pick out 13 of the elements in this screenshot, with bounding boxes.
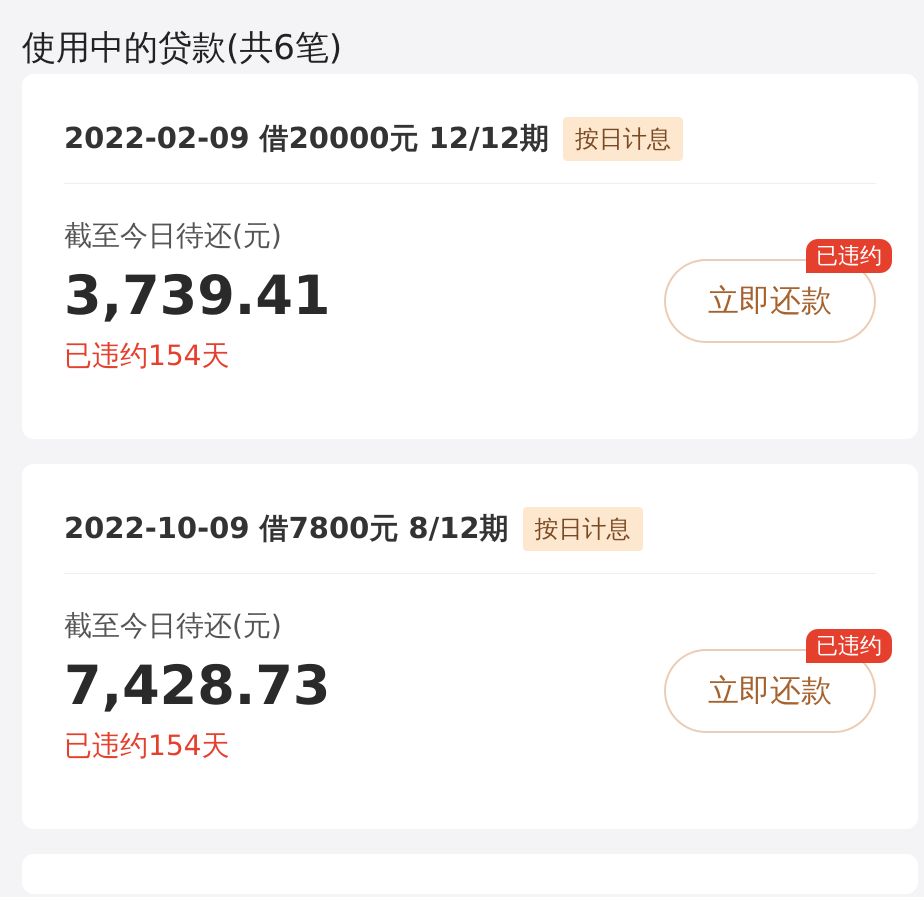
due-amount: 7,428.73 — [64, 653, 330, 719]
interest-tag: 按日计息 — [522, 506, 643, 550]
loan-summary: 2022-02-09 借20000元 12/12期 — [64, 120, 549, 156]
overdue-status: 已违约154天 — [64, 728, 230, 764]
due-amount: 3,739.41 — [64, 263, 330, 329]
page-title: 使用中的贷款(共6笔) — [22, 27, 344, 70]
overdue-status: 已违约154天 — [64, 338, 230, 374]
interest-tag: 按日计息 — [562, 116, 683, 160]
due-label: 截至今日待还(元) — [64, 608, 283, 644]
loan-summary: 2022-10-09 借7800元 8/12期 — [64, 510, 509, 546]
due-label: 截至今日待还(元) — [64, 218, 283, 254]
overdue-badge: 已违约 — [806, 239, 892, 273]
overdue-badge: 已违约 — [806, 629, 892, 663]
